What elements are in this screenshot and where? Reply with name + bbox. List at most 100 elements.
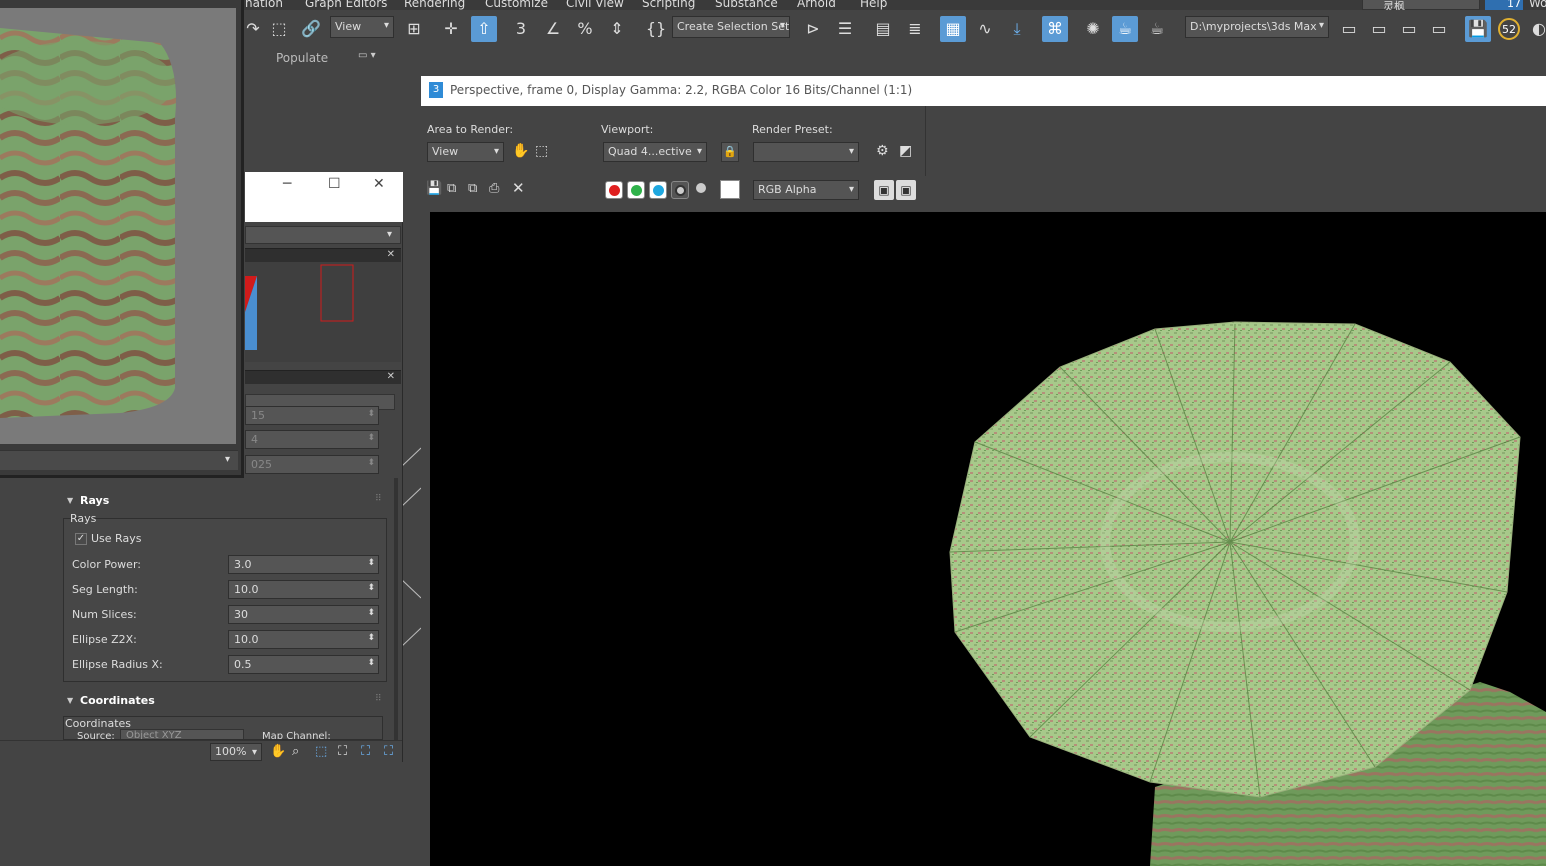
curve-editor-icon[interactable]: ∿ [972, 16, 998, 42]
project-open-icon[interactable]: ▭ [1366, 16, 1392, 42]
menu-item-arnold[interactable]: Arnold [797, 0, 836, 10]
navigator-panel[interactable] [245, 262, 401, 362]
rays-rollout-title[interactable]: Rays [80, 494, 109, 507]
spinner-snap-icon[interactable]: ⇕ [604, 16, 630, 42]
layer-explorer-icon[interactable]: ≣ [902, 16, 928, 42]
render-preset-dropdown[interactable] [753, 142, 859, 162]
auto-region-icon[interactable]: ⬚ [535, 143, 548, 159]
zoom-extents-icon[interactable]: ⛶ [338, 744, 347, 759]
blue-channel-toggle[interactable] [649, 181, 667, 199]
viewport-dropdown[interactable]: Quad 4...ective [603, 142, 707, 162]
scene-explorer-icon[interactable]: ▤ [870, 16, 896, 42]
alpha-channel-toggle[interactable] [671, 181, 689, 199]
material-preview-canvas[interactable] [0, 8, 236, 444]
view-selector-dropdown[interactable]: ▾ [245, 226, 401, 244]
preview-object-dropdown[interactable]: ▾ [0, 450, 238, 470]
menu-item-graph-editors[interactable]: Graph Editors [305, 0, 387, 10]
num-slices-spinner[interactable]: 30 [228, 605, 379, 624]
rendered-image-canvas[interactable] [430, 212, 1546, 866]
display-channel-dropdown[interactable]: RGB Alpha [753, 180, 859, 200]
spinner-partial-1[interactable]: 15 [245, 406, 379, 425]
snap-3d-icon[interactable]: 3 [508, 16, 534, 42]
link-icon[interactable]: 🔗 [298, 16, 324, 42]
toggle-ui-overlay-icon[interactable]: ▣ [874, 180, 894, 200]
clone-window-icon[interactable]: ⧉ [468, 181, 477, 196]
ellipse-radius-x-spinner[interactable]: 0.5 [228, 655, 379, 674]
info-center-count[interactable]: 17 [1485, 0, 1523, 10]
spinner-partial-2[interactable]: 4 [245, 430, 379, 449]
menu-item-rendering[interactable]: Rendering [404, 0, 465, 10]
zoom-extents-selected-icon[interactable]: ⛶ [361, 744, 370, 759]
schematic-view-icon[interactable]: ⌘ [1042, 16, 1068, 42]
edit-named-selection-icon[interactable]: {} [643, 16, 669, 42]
environment-effects-icon[interactable]: ◩ [899, 143, 912, 159]
save-image-icon[interactable]: 💾 [426, 181, 442, 196]
select-manipulate-icon[interactable]: ⇧ [471, 16, 497, 42]
rollout-collapse-icon[interactable]: ▼ [67, 696, 73, 705]
pivot-center-icon[interactable]: ⊞ [401, 16, 427, 42]
project-new-icon[interactable]: ▭ [1336, 16, 1362, 42]
save-scene-icon[interactable]: 💾 [1465, 16, 1491, 42]
source-dropdown[interactable]: Object XYZ [120, 729, 244, 739]
seg-length-spinner[interactable]: 10.0 [228, 580, 379, 599]
angle-snap-icon[interactable]: ∠ [540, 16, 566, 42]
ribbon-tab-populate[interactable]: Populate [276, 51, 328, 65]
color-power-spinner[interactable]: 3.0 [228, 555, 379, 574]
pan-hand-icon[interactable]: ✋ [270, 744, 286, 759]
render-setup-icon[interactable]: ☕ [1112, 16, 1138, 42]
menu-item-animation[interactable]: nation [245, 0, 283, 10]
ellipse-z2x-spinner[interactable]: 10.0 [228, 630, 379, 649]
menu-item-help[interactable]: Help [860, 0, 887, 10]
edit-region-icon[interactable]: ✋ [512, 143, 529, 159]
dope-sheet-icon[interactable]: ⤓ [1004, 16, 1030, 42]
copy-image-icon[interactable]: ⧉ [447, 181, 456, 196]
align-icon[interactable]: ☰ [832, 16, 858, 42]
swatch-color[interactable] [720, 180, 740, 199]
project-settings-icon[interactable]: ▭ [1426, 16, 1452, 42]
clear-image-icon[interactable]: ✕ [512, 179, 525, 197]
render-icon[interactable]: ☕ [1144, 16, 1170, 42]
monochrome-icon[interactable] [696, 183, 706, 193]
named-selection-set-dropdown[interactable]: Create Selection Set [672, 16, 790, 38]
project-folder-dropdown[interactable]: D:\myprojects\3ds Max [1185, 16, 1329, 38]
close-panel-icon[interactable]: ✕ [387, 249, 395, 260]
print-image-icon[interactable]: ⎙ [489, 181, 499, 196]
zoom-icon[interactable]: ⌕ [292, 744, 299, 759]
percent-snap-icon[interactable]: % [572, 16, 598, 42]
rollout-scrollbar[interactable] [394, 478, 398, 740]
ribbon-toggle-icon[interactable]: ▦ [940, 16, 966, 42]
menu-item-customize[interactable]: Customize [485, 0, 548, 10]
menu-item-civil-view[interactable]: Civil View [566, 0, 624, 10]
minimize-icon[interactable]: ─ [283, 176, 291, 192]
rollout-collapse-icon[interactable]: ▼ [67, 496, 73, 505]
language-dropdown[interactable]: 灵枫 [1362, 0, 1480, 10]
lock-icon[interactable]: 🔒 [721, 142, 739, 162]
menu-item-workspace[interactable]: Wo [1529, 0, 1546, 10]
area-to-render-dropdown[interactable]: View [427, 142, 504, 162]
mirror-icon[interactable]: ⊳ [800, 16, 826, 42]
spinner-partial-3[interactable]: 025 [245, 455, 379, 474]
close-panel-icon[interactable]: ✕ [387, 371, 395, 382]
menu-item-scripting[interactable]: Scripting [642, 0, 695, 10]
material-editor-icon[interactable]: ✺ [1080, 16, 1106, 42]
notification-count-badge[interactable]: 52 [1498, 18, 1520, 40]
search-icon[interactable]: ◐ [1526, 16, 1546, 42]
ribbon-options-icon[interactable]: ▭ ▾ [358, 50, 376, 61]
maximize-icon[interactable]: ☐ [328, 176, 341, 192]
use-rays-checkbox[interactable]: ✓ [75, 533, 87, 545]
close-icon[interactable]: ✕ [373, 176, 385, 192]
red-channel-toggle[interactable] [605, 181, 623, 199]
seg-length-label: Seg Length: [72, 583, 138, 596]
zoom-region-icon[interactable]: ⬚ [315, 744, 327, 759]
select-region-icon[interactable]: ⬚ [266, 16, 292, 42]
toggle-ui-icon[interactable]: ▣ [896, 180, 916, 200]
menu-item-substance[interactable]: Substance [715, 0, 778, 10]
reference-coordinate-dropdown[interactable]: View [330, 16, 394, 38]
project-structure-icon[interactable]: ▭ [1396, 16, 1422, 42]
green-channel-toggle[interactable] [627, 181, 645, 199]
select-move-icon[interactable]: ✛ [438, 16, 464, 42]
coordinates-rollout-title[interactable]: Coordinates [80, 694, 155, 707]
zoom-dropdown[interactable]: 100% [210, 743, 262, 761]
maximize-viewport-icon[interactable]: ⛶ [384, 744, 393, 759]
render-setup-icon[interactable]: ⚙ [876, 143, 889, 159]
